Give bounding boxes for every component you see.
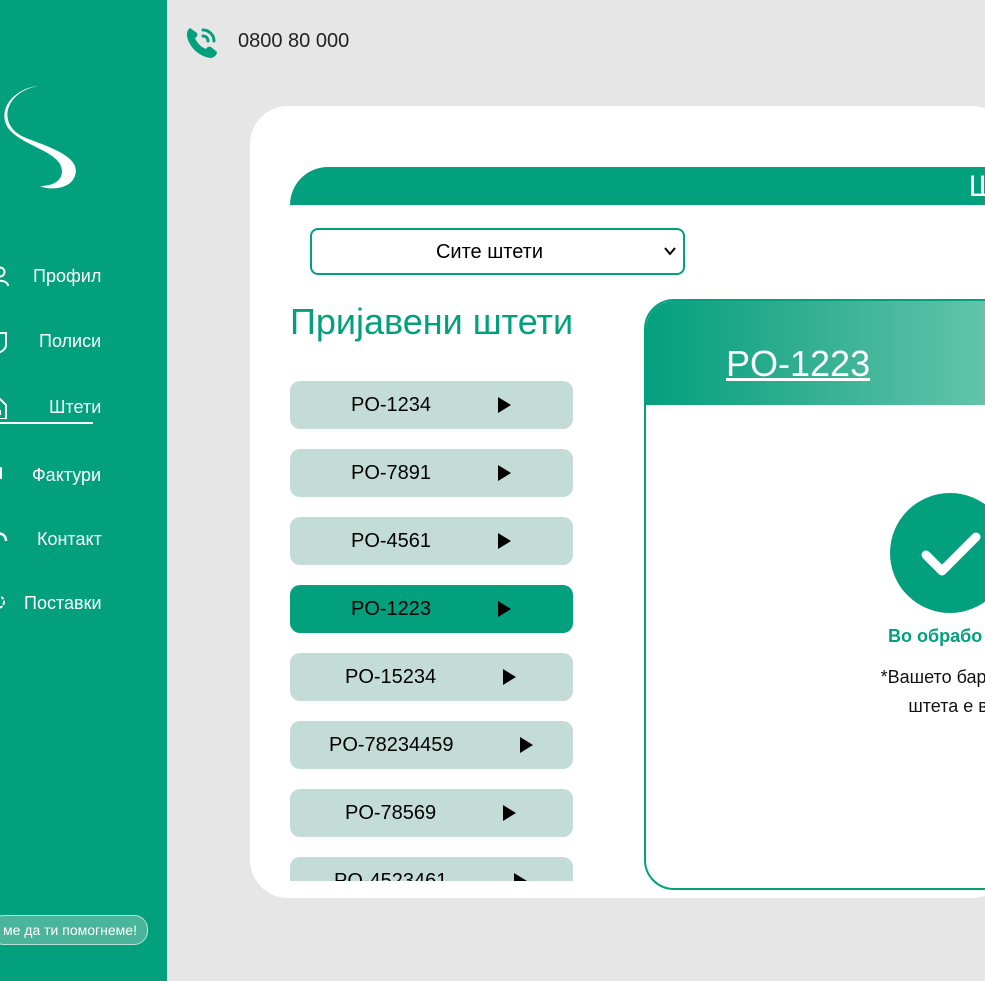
claims-filter-select[interactable]: Сите штети [310, 228, 685, 275]
help-button[interactable]: ме да ти помогнеме! [0, 915, 148, 945]
claim-item[interactable]: PO-7891 [290, 449, 573, 497]
shield-icon [0, 331, 10, 354]
section-header: Шт [290, 167, 985, 205]
nav-label: Полиси [39, 330, 102, 351]
house-damage-icon [0, 397, 10, 420]
claim-item[interactable]: PO-78234459 [290, 721, 573, 769]
nav-item-settings[interactable]: Поставки [0, 588, 102, 618]
checkmark-icon [921, 532, 981, 576]
phone-number: 0800 80 000 [238, 30, 350, 52]
play-arrow-icon [520, 737, 533, 753]
claim-id: PO-4561 [351, 530, 432, 552]
brand-logo [4, 86, 76, 189]
nav-label: Контакт [37, 528, 102, 549]
nav-item-policies[interactable]: Полиси [0, 326, 101, 356]
nav-item-invoices[interactable]: Фактури [0, 460, 101, 490]
claims-list-heading: Пријавени штети [290, 301, 574, 342]
claim-item[interactable]: PO-15234 [290, 653, 573, 701]
gear-icon [0, 593, 10, 613]
claim-item[interactable]: PO-78569 [290, 789, 573, 837]
nav-item-contact[interactable]: Контакт [0, 524, 102, 554]
play-arrow-icon [498, 465, 511, 481]
nav-label: Фактури [32, 464, 102, 485]
nav-item-profile[interactable]: Профил [0, 261, 101, 291]
nav-label: Штети [49, 396, 102, 417]
play-arrow-icon [503, 669, 516, 685]
claim-detail-header: PO-1223 [646, 301, 985, 405]
claim-item[interactable]: PO-4523461 [290, 857, 573, 881]
claim-detail-id-link[interactable]: PO-1223 [726, 343, 870, 385]
play-arrow-icon [498, 397, 511, 413]
claim-id: PO-1234 [351, 394, 432, 416]
claim-item-selected[interactable]: PO-1223 [290, 585, 573, 633]
headset-icon [0, 529, 10, 549]
status-badge [890, 493, 985, 613]
claim-id: PO-1223 [351, 598, 432, 620]
claim-detail-panel: PO-1223 Во обрабо *Вашето бар за осигуру… [644, 299, 985, 890]
claim-id: PO-4523461 [334, 870, 448, 881]
status-label: Во обрабо [888, 626, 983, 646]
play-arrow-icon [498, 533, 511, 549]
status-note: *Вашето бар за осигуруван штета е в обра… [880, 667, 985, 716]
claim-id: PO-78234459 [329, 734, 454, 756]
claim-id: PO-78569 [345, 802, 437, 824]
claim-id: PO-7891 [351, 462, 432, 484]
claims-list[interactable]: PO-1234 PO-7891 PO-4561 PO-1223 PO-15234… [290, 381, 573, 881]
invoice-icon [0, 465, 10, 485]
claims-card: Шт Сите штети Пријавени штети PO-1234 PO… [250, 106, 985, 898]
nav-label: Поставки [24, 592, 102, 613]
claim-id: PO-15234 [345, 666, 437, 688]
section-title: Шт [968, 170, 985, 203]
claim-item[interactable]: PO-4561 [290, 517, 573, 565]
sidebar: Профил Полиси Штети Фактури Контакт Пост… [0, 0, 167, 981]
play-arrow-icon [514, 873, 527, 881]
play-arrow-icon [503, 805, 516, 821]
nav-label: Профил [33, 265, 102, 286]
play-arrow-icon [498, 601, 511, 617]
user-icon [0, 266, 10, 287]
nav-item-claims[interactable]: Штети [0, 392, 101, 424]
claim-item[interactable]: PO-1234 [290, 381, 573, 429]
phone-call-icon [186, 28, 217, 58]
